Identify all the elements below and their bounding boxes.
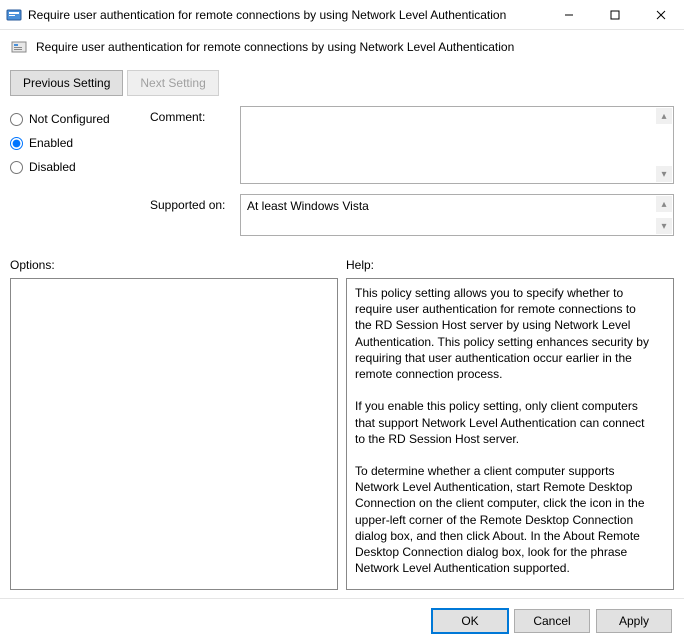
meta-fields: Comment: ▴ ▾ Supported on: At least Wind… (150, 106, 674, 246)
supported-label: Supported on: (150, 194, 240, 236)
radio-label: Enabled (29, 136, 73, 150)
config-area: Not Configured Enabled Disabled Comment:… (0, 106, 684, 246)
policy-header: Require user authentication for remote c… (0, 30, 684, 64)
dialog-footer: OK Cancel Apply (0, 598, 684, 643)
comment-field[interactable]: ▴ ▾ (240, 106, 674, 184)
scroll-down-icon[interactable]: ▾ (656, 166, 672, 182)
policy-name: Require user authentication for remote c… (36, 40, 514, 54)
radio-label: Disabled (29, 160, 76, 174)
next-setting-button[interactable]: Next Setting (127, 70, 218, 96)
radio-not-configured[interactable]: Not Configured (10, 112, 140, 126)
scroll-up-icon[interactable]: ▴ (656, 196, 672, 212)
supported-field: At least Windows Vista ▴ ▾ (240, 194, 674, 236)
apply-button[interactable]: Apply (596, 609, 672, 633)
scroll-up-icon[interactable]: ▴ (656, 108, 672, 124)
policy-icon (6, 7, 22, 23)
close-button[interactable] (638, 0, 684, 29)
radio-enabled[interactable]: Enabled (10, 136, 140, 150)
window-title: Require user authentication for remote c… (28, 8, 546, 22)
radio-disabled[interactable]: Disabled (10, 160, 140, 174)
ok-button[interactable]: OK (432, 609, 508, 633)
help-panel[interactable]: This policy setting allows you to specif… (346, 278, 674, 590)
radio-label: Not Configured (29, 112, 110, 126)
options-label: Options: (10, 258, 338, 272)
help-label: Help: (346, 258, 674, 272)
previous-setting-button[interactable]: Previous Setting (10, 70, 123, 96)
nav-buttons: Previous Setting Next Setting (0, 64, 684, 106)
panels: Options: Help: This policy setting allow… (0, 246, 684, 590)
minimize-button[interactable] (546, 0, 592, 29)
policy-item-icon (10, 38, 28, 56)
window-controls (546, 0, 684, 29)
supported-value: At least Windows Vista (247, 199, 369, 213)
state-radios: Not Configured Enabled Disabled (10, 106, 140, 246)
options-panel[interactable] (10, 278, 338, 590)
titlebar: Require user authentication for remote c… (0, 0, 684, 30)
maximize-button[interactable] (592, 0, 638, 29)
radio-input-disabled[interactable] (10, 161, 23, 174)
comment-label: Comment: (150, 106, 240, 184)
radio-input-enabled[interactable] (10, 137, 23, 150)
cancel-button[interactable]: Cancel (514, 609, 590, 633)
radio-input-not-configured[interactable] (10, 113, 23, 126)
scroll-down-icon[interactable]: ▾ (656, 218, 672, 234)
help-content: This policy setting allows you to specif… (355, 286, 652, 590)
